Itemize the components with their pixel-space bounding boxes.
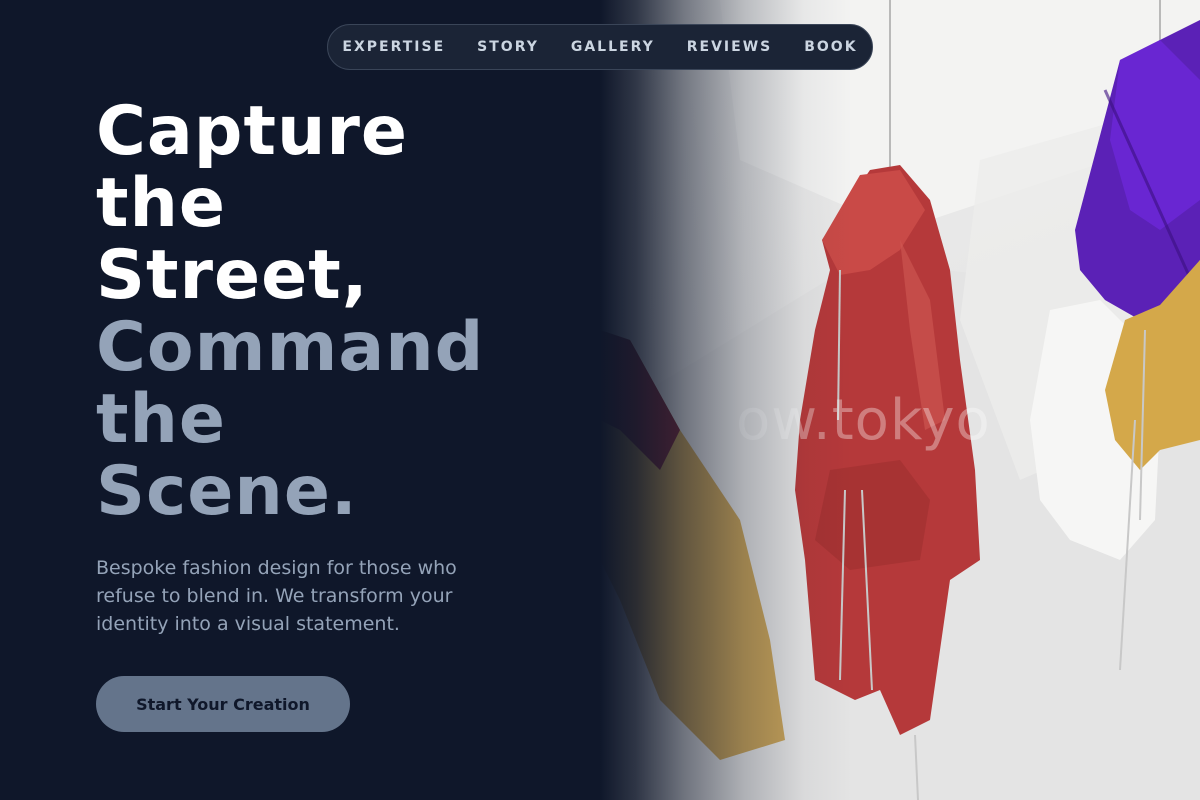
- headline-line: Capture: [96, 92, 409, 171]
- headline-line: the: [96, 164, 227, 243]
- main-nav: EXPERTISE STORY GALLERY REVIEWS BOOK: [327, 24, 873, 70]
- headline-accent-line: Command: [96, 308, 485, 387]
- hero-section: Capture the Street, Command the Scene. B…: [96, 96, 576, 638]
- headline-accent-line: the: [96, 380, 227, 459]
- nav-link-story[interactable]: STORY: [477, 39, 539, 55]
- headline-line: Street,: [96, 236, 369, 315]
- hero-headline: Capture the Street, Command the Scene.: [96, 96, 576, 528]
- image-watermark: ow.tokyo: [736, 388, 991, 453]
- start-creation-button[interactable]: Start Your Creation: [96, 676, 350, 732]
- hero-photo: ow.tokyo: [600, 0, 1200, 800]
- nav-link-gallery[interactable]: GALLERY: [571, 39, 655, 55]
- nav-link-expertise[interactable]: EXPERTISE: [342, 39, 445, 55]
- nav-link-book[interactable]: BOOK: [804, 39, 857, 55]
- hero-subtitle: Bespoke fashion design for those who ref…: [96, 557, 457, 635]
- nav-link-reviews[interactable]: REVIEWS: [687, 39, 772, 55]
- headline-accent-line: Scene.: [96, 452, 358, 531]
